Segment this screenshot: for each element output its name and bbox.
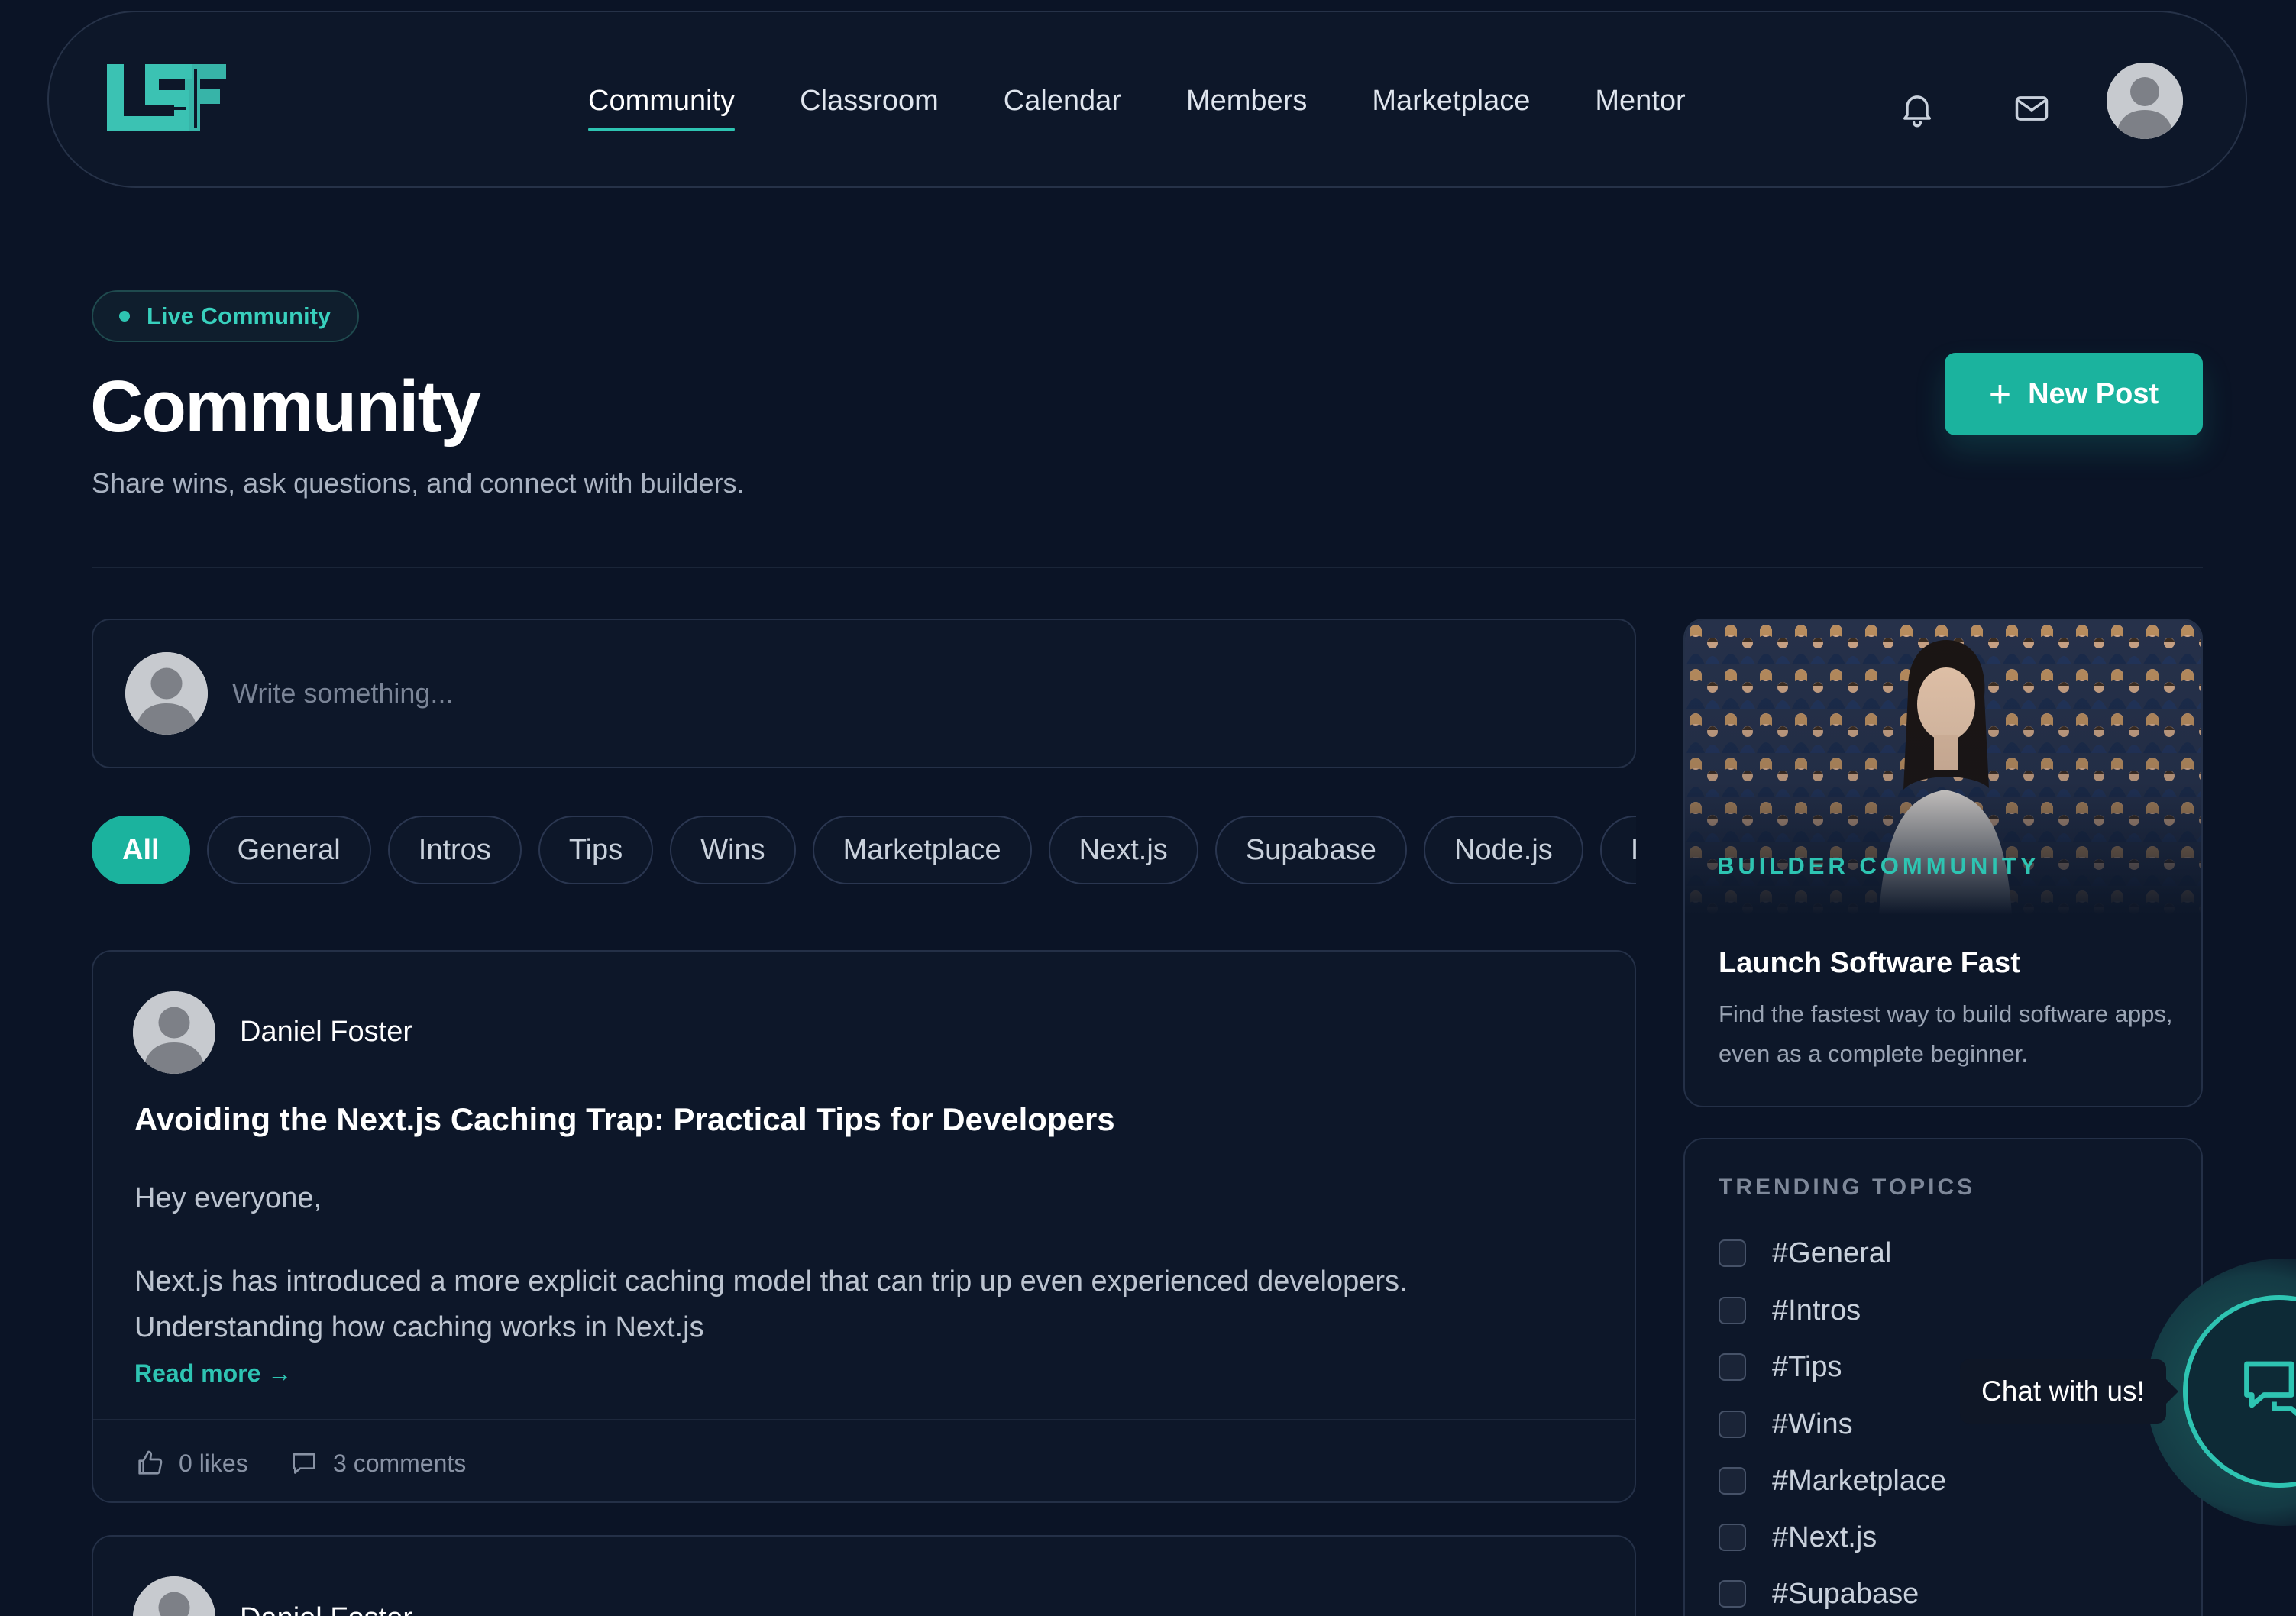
plus-icon: + [1988, 373, 2012, 415]
topic-label: #Tips [1772, 1350, 1842, 1383]
filter-chip-supabase[interactable]: Supabase [1214, 816, 1407, 884]
filter-chip-general[interactable]: General [206, 816, 371, 884]
community-page: Community Classroom Calendar Members Mar… [0, 0, 2296, 1616]
topic-checkbox[interactable] [1719, 1580, 1746, 1608]
main-nav: Community Classroom Calendar Members Mar… [588, 12, 1751, 189]
nav-members[interactable]: Members [1186, 63, 1307, 139]
comments-count: 3 comments [333, 1449, 467, 1477]
topic-label: #Intros [1772, 1294, 1861, 1327]
top-navigation-bar: Community Classroom Calendar Members Mar… [47, 11, 2247, 188]
read-more-link[interactable]: Read more → [134, 1359, 292, 1388]
nav-mentor[interactable]: Mentor [1595, 63, 1685, 139]
new-post-label: New Post [2028, 377, 2159, 410]
page-title: Community [90, 366, 481, 448]
live-badge-label: Live Community [147, 302, 331, 329]
mail-icon[interactable] [2012, 89, 2052, 128]
comment-icon [293, 1453, 315, 1474]
topic-label: #Wins [1772, 1408, 1853, 1440]
promo-title[interactable]: Launch Software Fast [1719, 947, 2020, 980]
topic-supabase[interactable]: #Supabase [1719, 1575, 1919, 1613]
post-composer [92, 619, 1636, 768]
write-post-input[interactable] [232, 669, 1592, 718]
page-subtitle: Share wins, ask questions, and connect w… [92, 467, 745, 499]
post-excerpt: Next.js has introduced a more explicit c… [134, 1265, 1408, 1343]
nav-classroom[interactable]: Classroom [800, 63, 939, 139]
topic-checkbox[interactable] [1719, 1297, 1746, 1324]
topic-checkbox[interactable] [1719, 1239, 1746, 1267]
nav-marketplace[interactable]: Marketplace [1372, 63, 1530, 139]
filter-chip-intros[interactable]: Intros [387, 816, 522, 884]
topic-label: #Next.js [1772, 1521, 1877, 1553]
live-dot-icon [119, 311, 130, 322]
default-avatar-icon [133, 1576, 215, 1616]
default-avatar-icon [133, 991, 215, 1074]
topic-label: #General [1772, 1236, 1892, 1269]
topic-checkbox[interactable] [1719, 1411, 1746, 1438]
post-author-avatar[interactable] [133, 1576, 215, 1616]
topic-nextjs[interactable]: #Next.js [1719, 1518, 1877, 1556]
topic-checkbox[interactable] [1719, 1467, 1746, 1495]
post-title[interactable]: Avoiding the Next.js Caching Trap: Pract… [134, 1101, 1115, 1138]
category-filter-bar: All General Intros Tips Wins Marketplace… [92, 816, 1636, 886]
comments-button[interactable]: 3 comments [289, 1445, 466, 1482]
filter-chip-tips[interactable]: Tips [538, 816, 654, 884]
brand-logo[interactable] [105, 63, 228, 134]
promo-kicker: BUILDER COMMUNITY [1717, 852, 2040, 879]
topic-marketplace[interactable]: #Marketplace [1719, 1462, 1946, 1500]
post-card[interactable]: Daniel Foster Avoiding the Next.js Cachi… [92, 950, 1636, 1503]
nav-community[interactable]: Community [588, 63, 736, 139]
likes-count: 0 likes [179, 1449, 248, 1477]
filter-chip-wins[interactable]: Wins [670, 816, 796, 884]
filter-chip-partial[interactable]: I [1599, 816, 1636, 884]
topic-checkbox[interactable] [1719, 1524, 1746, 1551]
chat-bubbles-icon [2244, 1361, 2296, 1417]
header-divider [92, 567, 2203, 568]
filter-chip-marketplace[interactable]: Marketplace [812, 816, 1032, 884]
promo-description: Find the fastest way to build software a… [1719, 1000, 2173, 1067]
post-author-name[interactable]: Daniel Foster [240, 1602, 412, 1616]
nav-calendar[interactable]: Calendar [1004, 63, 1121, 139]
filter-chip-nextjs[interactable]: Next.js [1048, 816, 1198, 884]
topic-wins[interactable]: #Wins [1719, 1405, 1853, 1443]
topic-general[interactable]: #General [1719, 1234, 1891, 1272]
new-post-button[interactable]: + New Post [1945, 353, 2203, 435]
filter-chip-nodejs[interactable]: Node.js [1423, 816, 1583, 884]
trending-heading: TRENDING TOPICS [1719, 1175, 1976, 1200]
post-author-avatar[interactable] [133, 991, 215, 1074]
topic-tips[interactable]: #Tips [1719, 1348, 1842, 1386]
default-avatar-icon [2107, 63, 2183, 139]
topic-label: #Supabase [1772, 1577, 1919, 1610]
topic-label: #Marketplace [1772, 1464, 1947, 1497]
post-card[interactable]: Daniel Foster [92, 1535, 1636, 1616]
like-button[interactable]: 0 likes [134, 1445, 248, 1482]
filter-chip-all[interactable]: All [92, 816, 190, 884]
user-avatar[interactable] [2107, 63, 2183, 139]
topic-checkbox[interactable] [1719, 1353, 1746, 1381]
composer-avatar [125, 652, 208, 735]
topic-intros[interactable]: #Intros [1719, 1291, 1861, 1330]
post-author-name[interactable]: Daniel Foster [240, 1016, 412, 1049]
default-avatar-icon [125, 652, 208, 735]
thumbs-up-icon [138, 1450, 163, 1475]
chat-tooltip[interactable]: Chat with us! [1960, 1359, 2178, 1424]
post-greeting: Hey everyone, [134, 1182, 322, 1214]
bell-icon[interactable] [1897, 89, 1937, 128]
live-community-badge: Live Community [92, 290, 359, 342]
post-footer-divider [93, 1419, 1635, 1420]
